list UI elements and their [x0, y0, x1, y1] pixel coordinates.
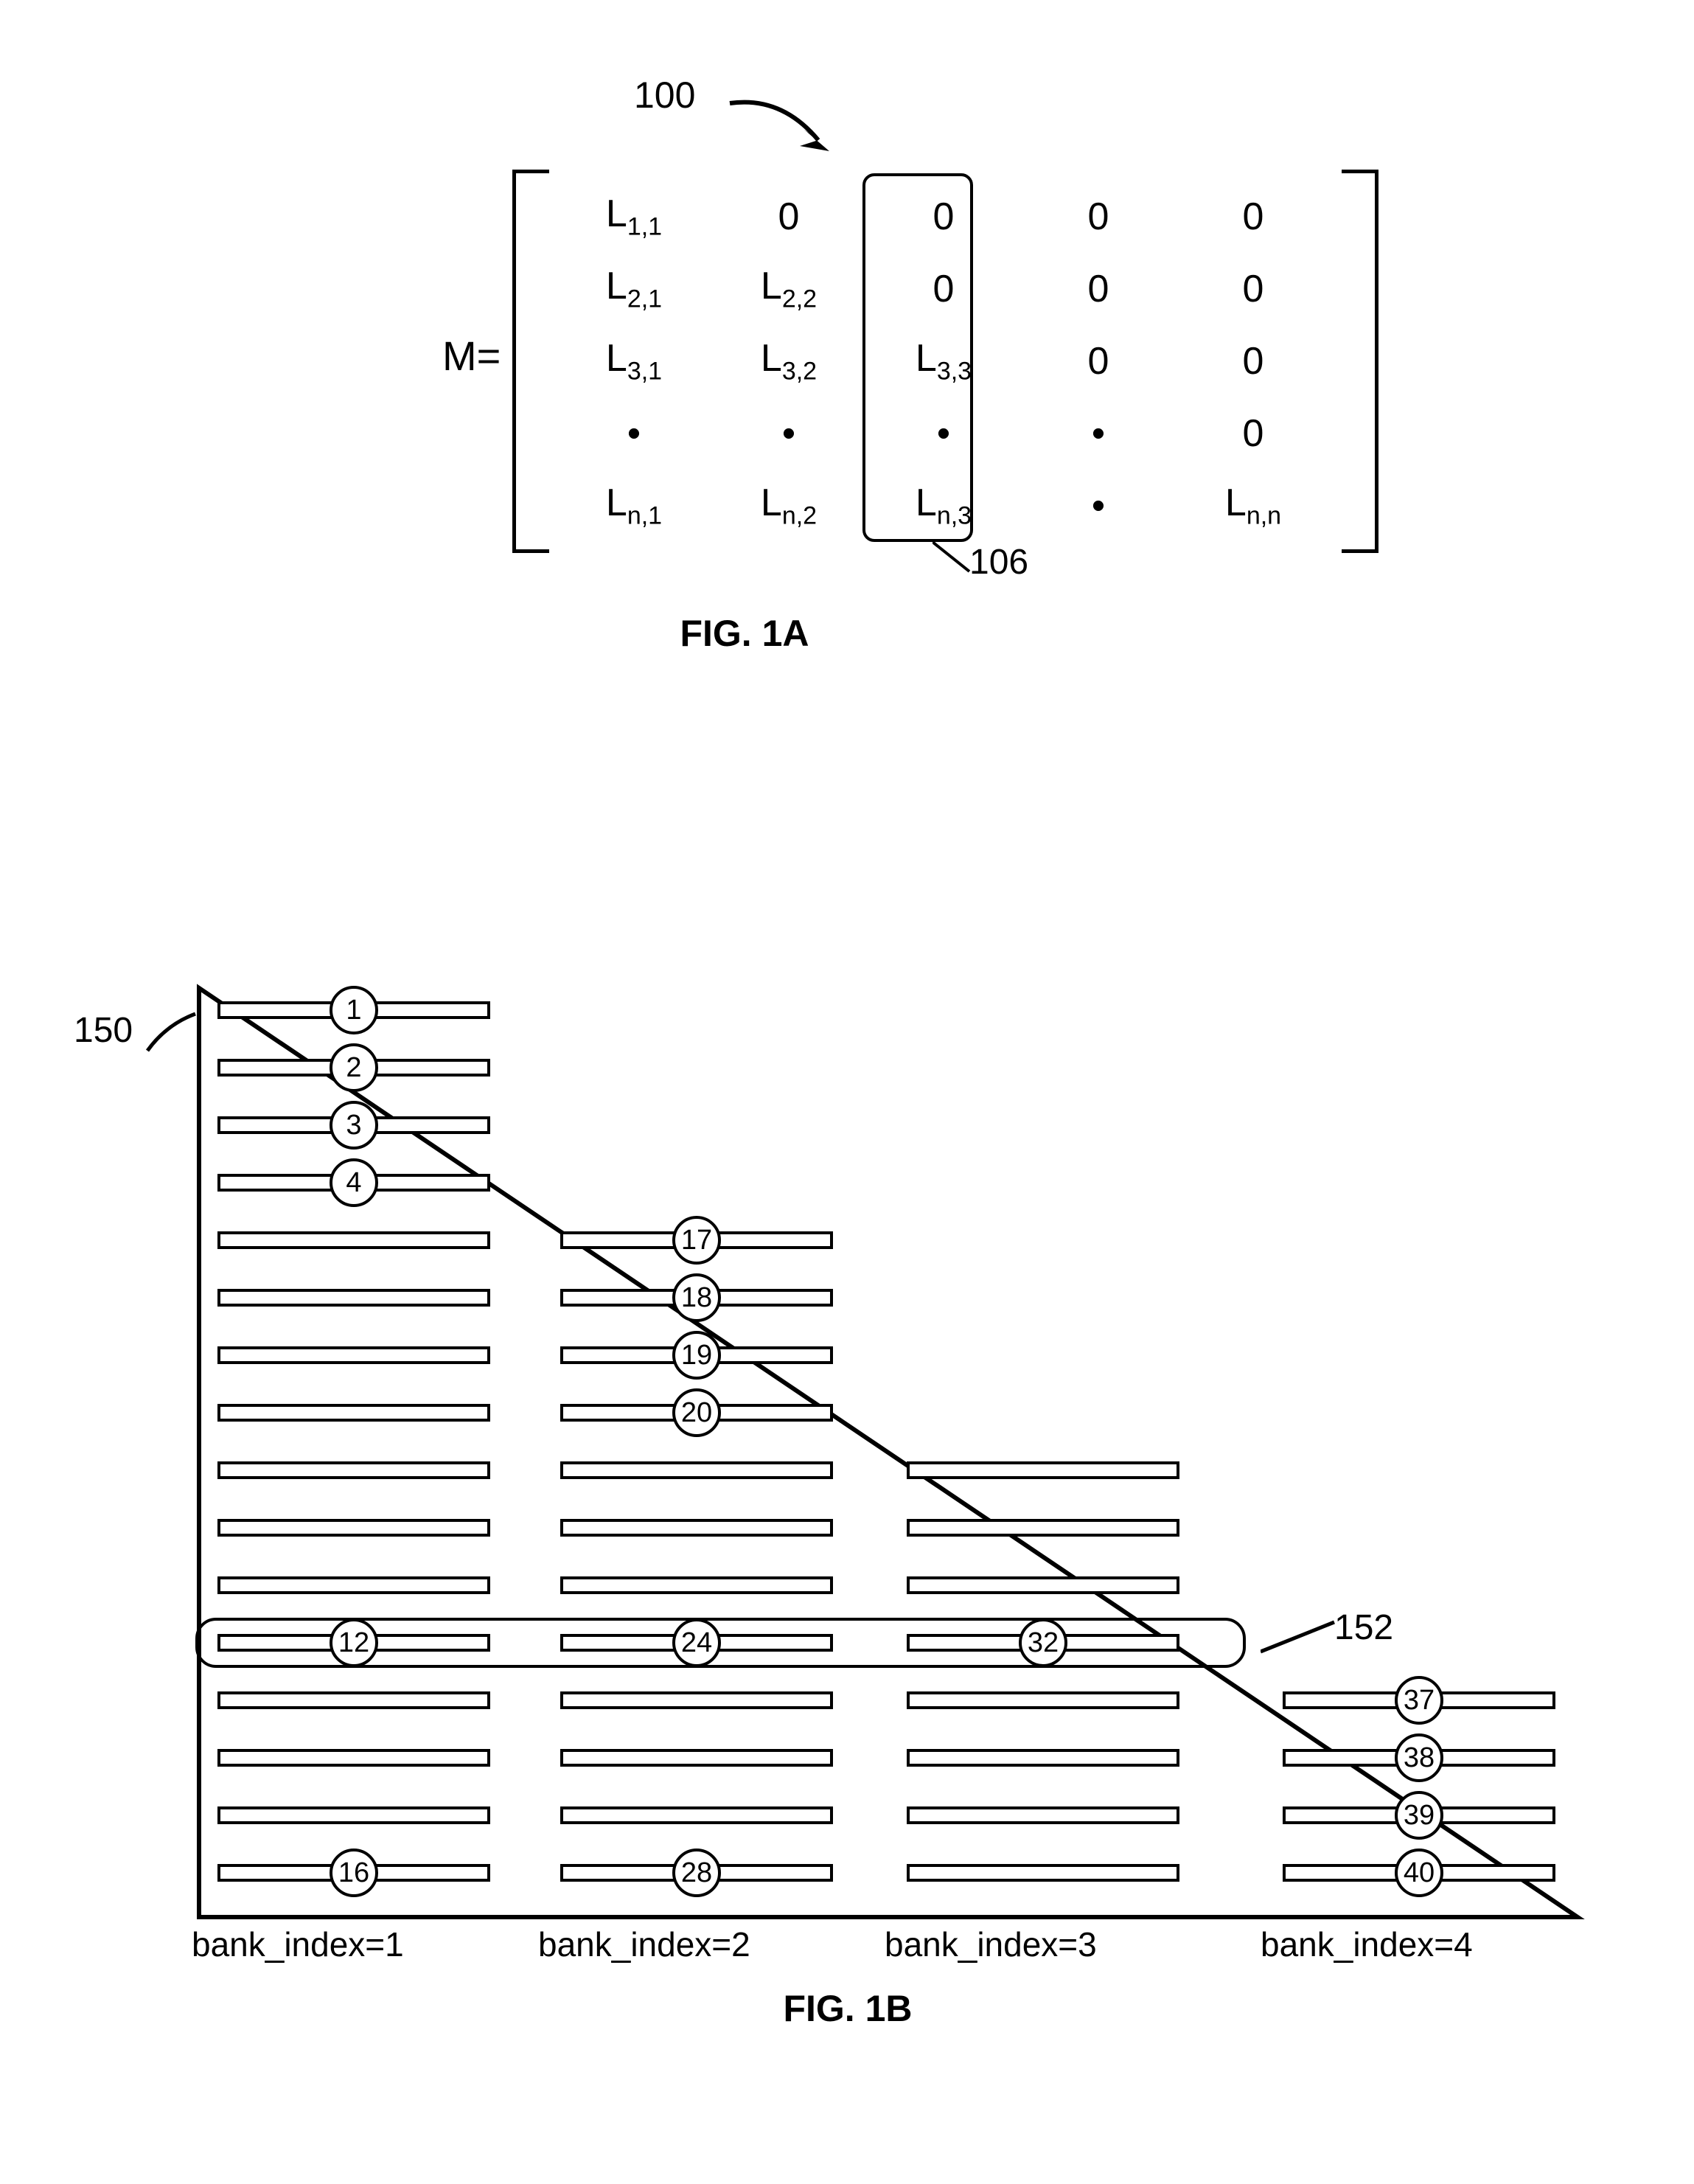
data-bar [907, 1749, 1179, 1767]
index-bubble: 38 [1395, 1733, 1443, 1782]
index-bubble: 18 [672, 1273, 721, 1322]
data-bar [217, 1404, 490, 1422]
bank-label-3: bank_index=3 [885, 1924, 1097, 1964]
matrix-cell: 0 [1176, 325, 1331, 397]
matrix-cell: L1,1 [557, 181, 711, 253]
bank-label-4: bank_index=4 [1261, 1924, 1473, 1964]
index-bubble: 40 [1395, 1849, 1443, 1897]
fig1a-caption: FIG. 1A [265, 612, 1224, 655]
matrix-cell: L3,1 [557, 325, 711, 397]
data-bar [560, 1461, 833, 1479]
index-bubble: 12 [330, 1618, 378, 1667]
data-bar [217, 1576, 490, 1594]
data-bar [217, 1231, 490, 1249]
column-3-highlight [862, 173, 973, 542]
matrix-equals: M= [442, 332, 501, 380]
index-bubble: 20 [672, 1388, 721, 1437]
index-bubble: 3 [330, 1101, 378, 1150]
matrix-cell: Ln,1 [557, 470, 711, 542]
matrix-cell: • [1021, 470, 1176, 542]
index-bubble: 2 [330, 1043, 378, 1092]
arrow-100 [722, 88, 855, 170]
matrix-cell: 0 [1176, 181, 1331, 253]
data-bar [907, 1864, 1179, 1882]
index-bubble: 19 [672, 1331, 721, 1380]
ref-150: 150 [74, 1010, 133, 1051]
left-bracket [512, 170, 549, 553]
data-bar [907, 1806, 1179, 1824]
fig1b-caption: FIG. 1B [103, 1987, 1592, 2030]
matrix-cell: L2,1 [557, 253, 711, 325]
data-bar [217, 1806, 490, 1824]
index-bubble: 39 [1395, 1791, 1443, 1840]
index-bubble: 17 [672, 1216, 721, 1265]
matrix-cell: 0 [1021, 325, 1176, 397]
matrix-cell: 0 [711, 181, 866, 253]
ref-106: 106 [969, 542, 1028, 582]
matrix-cell: 0 [1176, 253, 1331, 325]
ref-100: 100 [634, 74, 695, 116]
right-bracket [1342, 170, 1378, 553]
data-bar [217, 1519, 490, 1537]
data-bar [217, 1749, 490, 1767]
ref-152: 152 [1334, 1607, 1393, 1648]
data-bar [217, 1346, 490, 1364]
data-bar [560, 1806, 833, 1824]
bank-label-1: bank_index=1 [192, 1924, 404, 1964]
index-bubble: 1 [330, 986, 378, 1034]
index-bubble: 24 [672, 1618, 721, 1667]
matrix-cell: 0 [1176, 397, 1331, 470]
index-bubble: 37 [1395, 1676, 1443, 1725]
data-bar [217, 1289, 490, 1307]
index-bubble: 16 [330, 1849, 378, 1897]
data-bar [217, 1461, 490, 1479]
data-bar [560, 1519, 833, 1537]
data-bar [907, 1461, 1179, 1479]
matrix-cell: 0 [1021, 181, 1176, 253]
matrix-cell: Ln,n [1176, 470, 1331, 542]
matrix-cell: L3,2 [711, 325, 866, 397]
matrix-cell: 0 [1021, 253, 1176, 325]
data-bar [560, 1576, 833, 1594]
index-bubble: 4 [330, 1158, 378, 1207]
matrix-cell: • [557, 397, 711, 470]
data-bar [560, 1749, 833, 1767]
matrix-cell: • [711, 397, 866, 470]
bank-label-2: bank_index=2 [538, 1924, 750, 1964]
matrix-cell: • [1021, 397, 1176, 470]
index-bubble: 28 [672, 1849, 721, 1897]
data-bar [560, 1691, 833, 1709]
matrix-M: M= L1,10000L2,1L2,2000L3,1L3,2L3,300••••… [442, 170, 1401, 553]
data-bar [907, 1519, 1179, 1537]
index-bubble: 32 [1019, 1618, 1067, 1667]
ref-152-leader [1261, 1615, 1342, 1659]
matrix-cell: L2,2 [711, 253, 866, 325]
data-bar [907, 1691, 1179, 1709]
data-bar [907, 1576, 1179, 1594]
matrix-cell: Ln,2 [711, 470, 866, 542]
data-bar [217, 1691, 490, 1709]
